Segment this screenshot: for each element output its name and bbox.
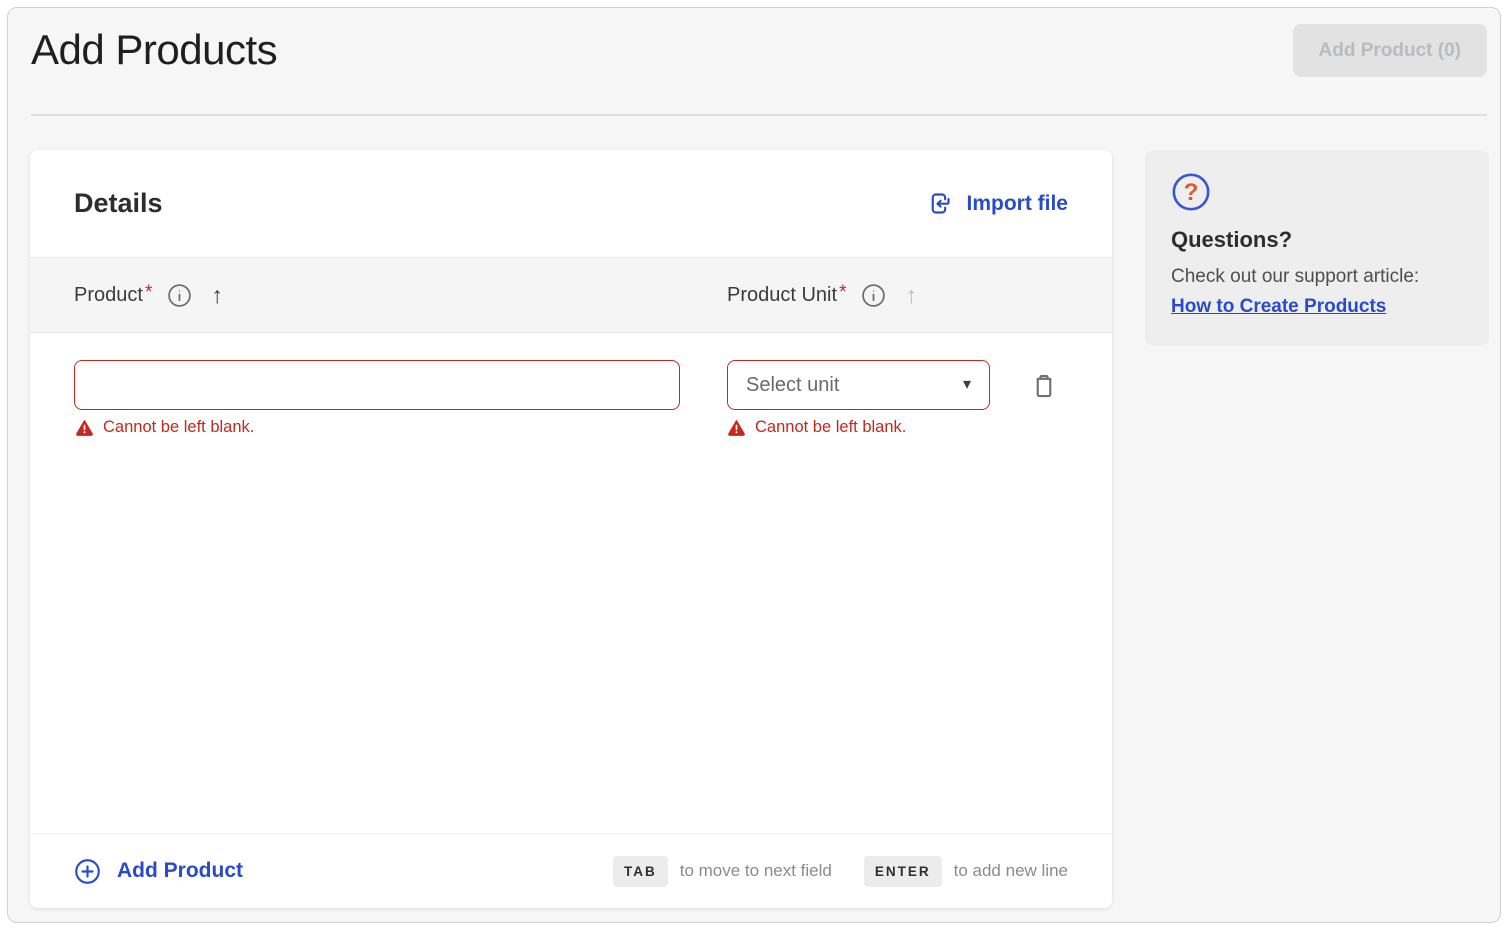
unit-error-message: Cannot be left blank. (727, 418, 906, 437)
unit-select[interactable]: Select unit ▾ (727, 360, 990, 410)
details-card-footer: Add Product TAB to move to next field EN… (30, 833, 1112, 908)
product-name-input[interactable] (74, 360, 680, 410)
sort-ascending-icon[interactable]: ↑ (211, 284, 223, 307)
details-card-header: Details Import file (30, 150, 1112, 258)
add-product-row-button[interactable]: Add Product (74, 858, 243, 885)
product-column-header: Product* ↑ (74, 258, 223, 332)
tab-hint: to move to next field (680, 861, 832, 881)
keyboard-hints: TAB to move to next field ENTER to add n… (613, 856, 1068, 887)
plus-circle-icon (74, 858, 101, 885)
warning-icon (727, 418, 746, 437)
import-file-label: Import file (966, 192, 1068, 216)
product-column-label: Product* (74, 284, 152, 307)
info-icon[interactable] (861, 283, 886, 308)
details-card: Details Import file Product* (30, 150, 1112, 908)
question-circle-icon: ? (1171, 172, 1463, 212)
table-header-row: Product* ↑ Product Unit* (30, 258, 1112, 333)
unit-select-value: Select unit (746, 374, 839, 397)
info-icon[interactable] (167, 283, 192, 308)
help-title: Questions? (1171, 227, 1463, 253)
details-title: Details (74, 188, 163, 219)
enter-keycap: ENTER (864, 856, 942, 887)
add-product-submit-button[interactable]: Add Product (0) (1293, 24, 1488, 77)
trash-icon (1029, 371, 1059, 401)
add-product-row-label: Add Product (117, 859, 243, 883)
add-products-page: Add Products Add Product (0) Details Imp… (7, 7, 1501, 923)
page-title: Add Products (31, 26, 277, 74)
delete-row-button[interactable] (1022, 364, 1066, 408)
required-asterisk: * (839, 282, 846, 303)
help-body: Check out our support article: (1171, 266, 1463, 288)
support-article-link[interactable]: How to Create Products (1171, 296, 1386, 318)
sort-inactive-icon[interactable]: ↑ (905, 284, 917, 307)
help-panel: ? Questions? Check out our support artic… (1145, 150, 1489, 346)
warning-icon (75, 418, 94, 437)
product-unit-column-header: Product Unit* ↑ (727, 258, 917, 332)
required-asterisk: * (145, 282, 152, 303)
enter-hint: to add new line (954, 861, 1068, 881)
svg-text:?: ? (1184, 179, 1199, 206)
import-icon (926, 190, 953, 217)
header-divider (31, 114, 1487, 116)
tab-keycap: TAB (613, 856, 668, 887)
import-file-button[interactable]: Import file (926, 190, 1068, 217)
product-row: Cannot be left blank. Select unit ▾ Cann… (30, 333, 1112, 833)
caret-down-icon: ▾ (963, 377, 971, 393)
product-error-message: Cannot be left blank. (75, 418, 254, 437)
product-unit-column-label: Product Unit* (727, 284, 846, 307)
